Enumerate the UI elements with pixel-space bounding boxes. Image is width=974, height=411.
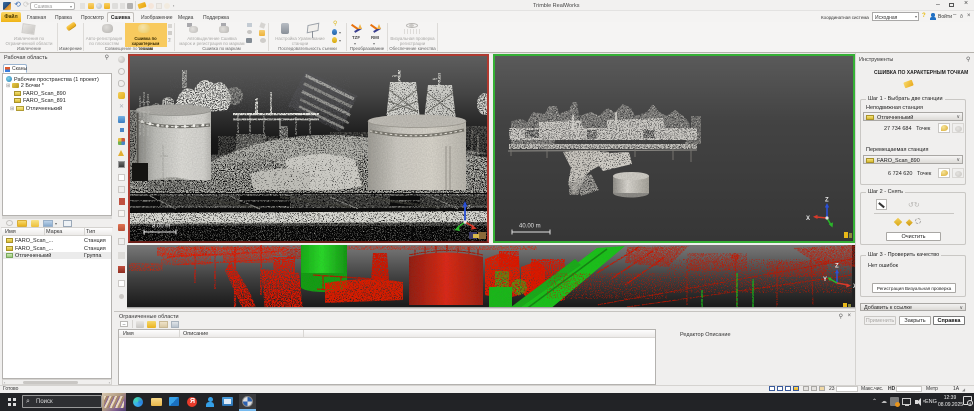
svg-text:Z: Z bbox=[835, 264, 839, 270]
svg-text:Y: Y bbox=[823, 277, 827, 283]
svg-text:40.00 m: 40.00 m bbox=[519, 224, 541, 230]
svg-text:8.00 m: 8.00 m bbox=[152, 224, 170, 230]
svg-text:X: X bbox=[806, 216, 810, 222]
svg-text:Z: Z bbox=[825, 198, 829, 204]
